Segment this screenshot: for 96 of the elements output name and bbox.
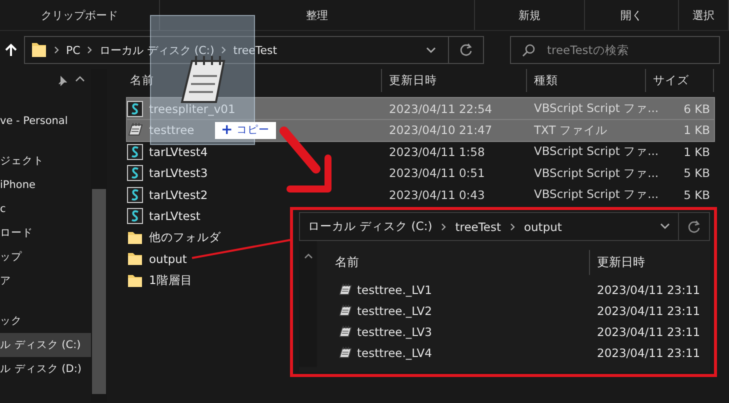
modified-date: 2023/04/11 23:11: [597, 282, 700, 296]
file-row[interactable]: treespliter_v01 2023/04/11 22:54 VBScript Script ファ... 6 KB: [127, 98, 714, 119]
modified-date: 2023/04/11 0:51: [389, 166, 485, 180]
sidebar-item[interactable]: ック: [0, 309, 91, 333]
breadcrumb[interactable]: treeTest: [455, 220, 501, 234]
file-type: VBScript Script ファ...: [534, 101, 659, 115]
modified-date: 2023/04/11 23:11: [597, 304, 700, 318]
ribbon-group-label: クリップボード: [0, 0, 160, 30]
sidebar-item[interactable]: ve - Personal: [0, 109, 91, 133]
scrollbar-thumb[interactable]: [92, 189, 106, 394]
file-type: TXT ファイル: [534, 122, 608, 136]
file-size: 1 KB: [684, 123, 710, 137]
notepad-icon: [338, 346, 352, 360]
file-type: VBScript Script ファ...: [534, 166, 659, 180]
ribbon-group-label: 整理: [160, 0, 475, 30]
file-name: testtree: [149, 123, 194, 137]
file-name: tarLVtest4: [149, 144, 208, 158]
notepad-icon: [338, 324, 352, 338]
column-header[interactable]: サイズ: [646, 69, 714, 92]
modified-date: 2023/04/11 23:11: [597, 324, 700, 338]
dropdown-icon: [426, 46, 436, 54]
file-row[interactable]: 他のフォルダ: [127, 227, 225, 248]
collapse-icon: [304, 253, 312, 260]
file-row[interactable]: output: [127, 248, 191, 270]
breadcrumb[interactable]: output: [524, 220, 562, 234]
search-icon: [522, 44, 535, 57]
sidebar-item[interactable]: ジェクト: [0, 149, 91, 173]
script-file-icon: [127, 208, 143, 224]
up-arrow-icon[interactable]: [4, 43, 18, 57]
file-name: tarLVtest3: [149, 166, 208, 180]
breadcrumb[interactable]: PC: [66, 44, 80, 56]
file-size: 5 KB: [684, 166, 710, 180]
file-row[interactable]: tarLVtest: [127, 206, 204, 226]
ribbon-group-label: 選択: [679, 0, 729, 30]
file-row[interactable]: tarLVtest3 2023/04/11 0:51 VBScript Script ファ... 5 KB: [127, 162, 714, 184]
sidebar-item[interactable]: ア: [0, 269, 91, 293]
breadcrumb[interactable]: ローカル ディスク (C:): [99, 42, 214, 58]
chevron-icon: [440, 222, 448, 232]
file-row[interactable]: tarLVtest4 2023/04/11 1:58 VBScript Script ファ... 1 KB: [127, 141, 714, 162]
column-header[interactable]: 更新日時: [382, 69, 527, 92]
sidebar-item[interactable]: iPhone: [0, 173, 91, 197]
modified-date: 2023/04/11 0:43: [389, 188, 485, 202]
file-name[interactable]: testtree._LV3: [357, 324, 432, 338]
script-file-icon: [127, 100, 143, 116]
file-size: 1 KB: [684, 144, 710, 158]
search-field[interactable]: treeTestの検索: [510, 36, 720, 64]
chevron-icon: [220, 45, 228, 55]
modified-date: 2023/04/11 22:54: [389, 102, 492, 116]
chevron-icon: [53, 45, 60, 55]
sidebar-item[interactable]: ップ: [0, 245, 91, 269]
breadcrumb[interactable]: ローカル ディスク (C:): [308, 219, 432, 234]
collapse-icon: [75, 75, 85, 83]
dropdown-icon: [660, 223, 670, 230]
folder-icon: [127, 251, 143, 267]
sidebar-item[interactable]: ル ディスク (C:): [0, 333, 91, 357]
file-name: tarLVtest: [149, 209, 200, 223]
script-file-icon: [127, 165, 143, 181]
chevron-icon: [86, 45, 94, 55]
script-file-icon: [127, 144, 143, 160]
file-type: VBScript Script ファ...: [534, 187, 659, 201]
file-name: 他のフォルダ: [149, 230, 221, 245]
sidebar-item[interactable]: ル ディスク (D:): [0, 357, 91, 381]
file-name: tarLVtest2: [149, 188, 208, 202]
column-header[interactable]: 名前: [335, 250, 590, 274]
notepad-icon: [338, 282, 352, 296]
file-name[interactable]: testtree._LV2: [357, 304, 432, 318]
sidebar-item[interactable]: ロード: [0, 221, 91, 245]
column-header[interactable]: 種類: [527, 69, 646, 92]
folder-icon: [127, 230, 143, 246]
file-row[interactable]: 1階層目: [127, 270, 196, 291]
notepad-icon: [127, 122, 143, 138]
refresh-icon: [687, 220, 701, 234]
file-name[interactable]: testtree._LV4: [357, 346, 432, 360]
modified-date: 2023/04/11 23:11: [597, 346, 700, 360]
script-file-icon: [127, 186, 143, 202]
file-name: treespliter_v01: [149, 102, 236, 116]
address-bar[interactable]: ローカル ディスク (C:) treeTest output: [299, 212, 710, 241]
chevron-icon: [508, 222, 516, 232]
file-name: 1階層目: [149, 273, 192, 288]
sidebar-item[interactable]: c: [0, 197, 91, 221]
file-type: VBScript Script ファ...: [534, 144, 659, 158]
column-header[interactable]: 更新日時: [590, 250, 710, 274]
modified-date: 2023/04/10 21:47: [389, 123, 492, 137]
file-name: output: [149, 252, 187, 266]
ribbon-group-label: 新規: [475, 0, 585, 30]
file-size: 6 KB: [684, 102, 710, 116]
ribbon-group-label: 開く: [585, 0, 679, 30]
notepad-icon: [338, 304, 352, 318]
modified-date: 2023/04/11 1:58: [389, 144, 485, 158]
file-size: 5 KB: [684, 188, 710, 202]
file-row[interactable]: tarLVtest2 2023/04/11 0:43 VBScript Script ファ... 5 KB: [127, 184, 714, 205]
file-name[interactable]: testtree._LV1: [357, 282, 432, 296]
folder-icon: [31, 41, 47, 59]
folder-icon: [127, 272, 143, 288]
refresh-icon: [459, 43, 473, 57]
copy-tooltip: + コピー: [215, 122, 276, 139]
